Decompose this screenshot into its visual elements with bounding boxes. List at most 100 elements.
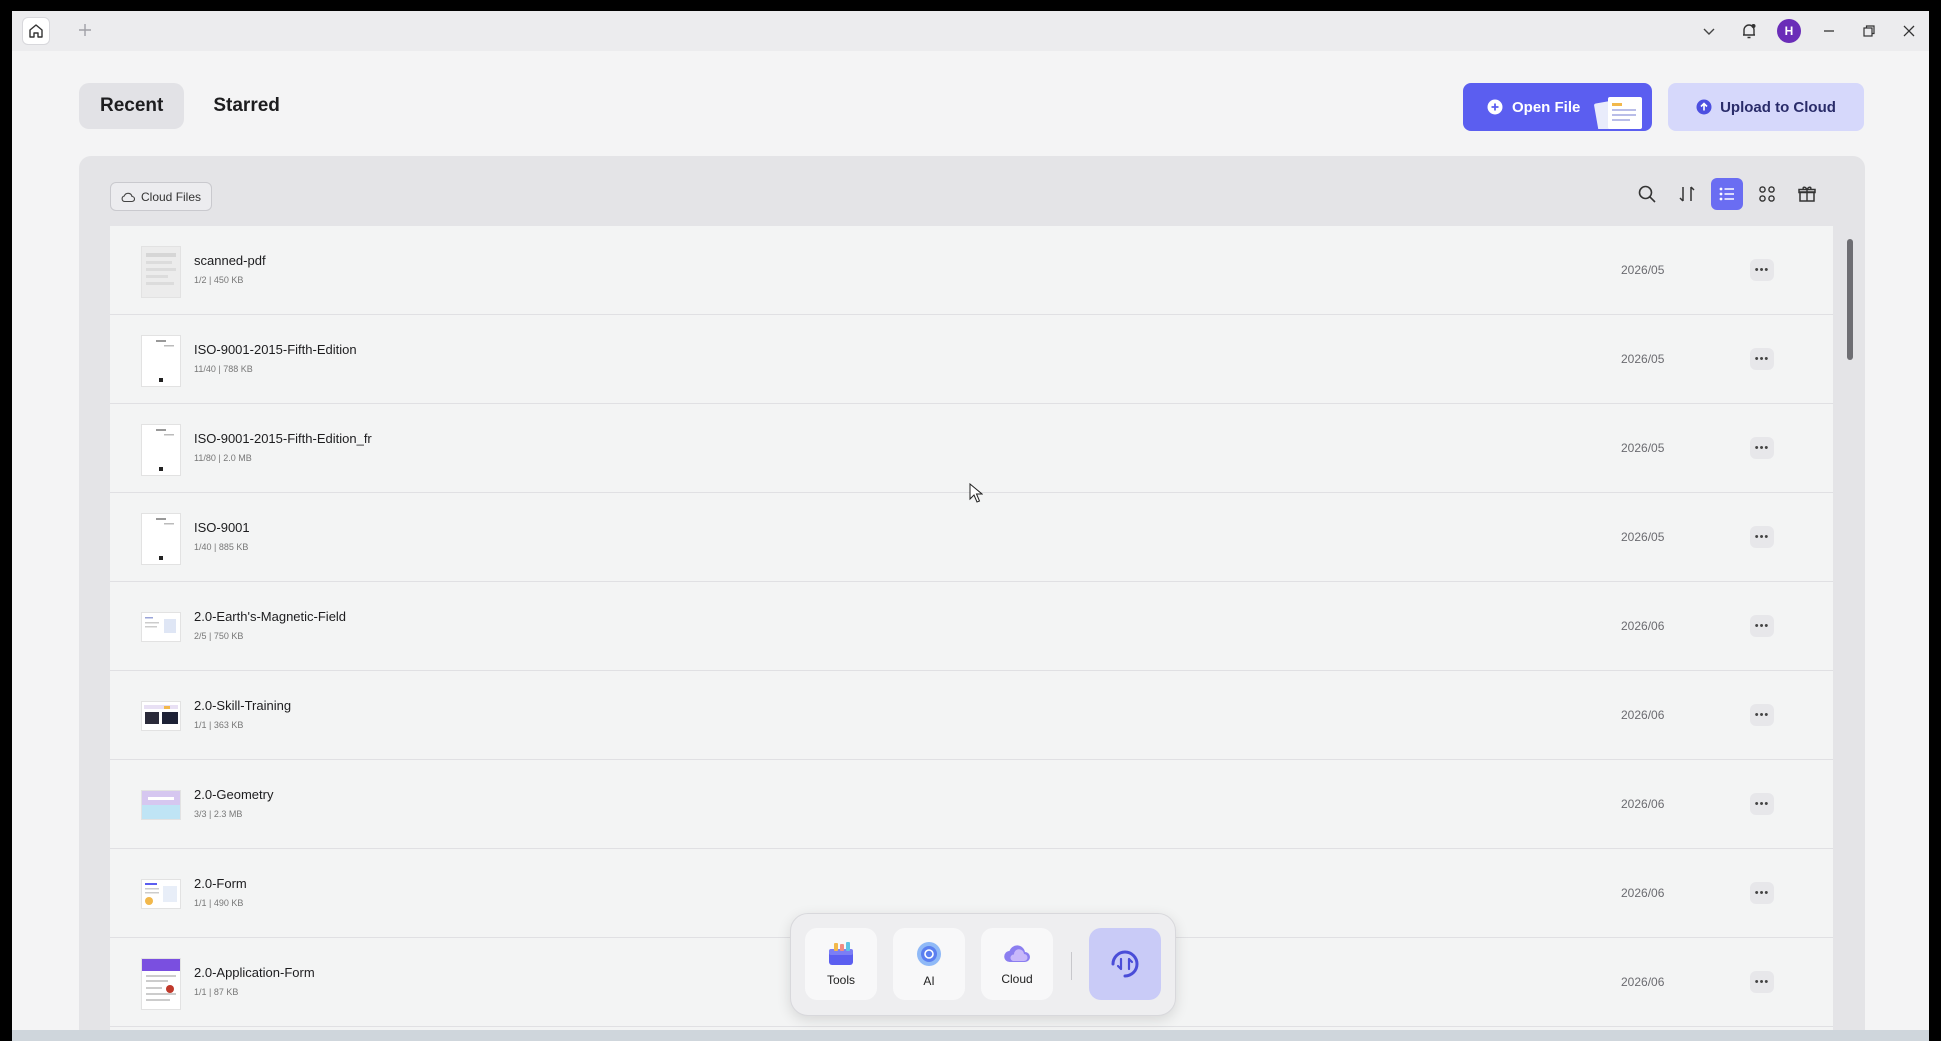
more-options-button[interactable]: ••• <box>1750 704 1774 726</box>
more-options-button[interactable]: ••• <box>1750 437 1774 459</box>
new-tab-button[interactable] <box>74 19 96 41</box>
file-meta: 2/5 | 750 KB <box>194 631 244 641</box>
title-bar-controls: H <box>1689 11 1929 51</box>
file-meta: 11/40 | 788 KB <box>194 364 253 374</box>
file-meta: 1/1 | 363 KB <box>194 720 244 730</box>
file-date: 2026/05 <box>1621 352 1665 366</box>
ai-label: AI <box>923 974 935 988</box>
file-meta: 1/2 | 450 KB <box>194 275 244 285</box>
open-file-label: Open File <box>1512 98 1581 116</box>
cloud-files-label: Cloud Files <box>141 189 202 204</box>
more-options-button[interactable]: ••• <box>1750 615 1774 637</box>
upload-icon <box>1696 99 1712 115</box>
file-thumbnail <box>141 335 181 387</box>
minimize-icon <box>1824 30 1834 32</box>
avatar: H <box>1777 19 1801 43</box>
file-date: 2026/05 <box>1621 530 1665 544</box>
file-row[interactable]: ISO-9001-2015-Fifth-Edition_fr 11/80 | 2… <box>110 404 1833 493</box>
minimize-button[interactable] <box>1809 11 1849 51</box>
cloud-button[interactable]: Cloud <box>981 928 1053 1000</box>
more-options-button[interactable]: ••• <box>1750 348 1774 370</box>
file-row[interactable]: ISO-9001-2015-Fifth-Edition 11/40 | 788 … <box>110 315 1833 404</box>
file-row[interactable]: scanned-pdf 1/2 | 450 KB 2026/05 ••• <box>110 226 1833 315</box>
tools-label: Tools <box>826 973 855 987</box>
cloud-label: Cloud <box>1001 972 1033 986</box>
account-button[interactable]: H <box>1769 11 1809 51</box>
tab-starred[interactable]: Starred <box>192 83 301 129</box>
gift-icon <box>1798 186 1816 202</box>
close-icon <box>1903 25 1915 37</box>
cloud-icon <box>121 192 135 202</box>
convert-button[interactable] <box>1089 928 1161 1000</box>
file-thumbnail <box>141 958 181 1010</box>
search-button[interactable] <box>1631 178 1663 210</box>
file-meta: 1/1 | 87 KB <box>194 987 239 997</box>
upload-label: Upload to Cloud <box>1720 98 1836 116</box>
documents-illustration-icon <box>1594 97 1642 129</box>
bell-icon <box>1743 24 1756 39</box>
tabs-dropdown-button[interactable] <box>1689 11 1729 51</box>
home-icon <box>29 24 43 38</box>
more-options-button[interactable]: ••• <box>1750 793 1774 815</box>
list-view-icon <box>1719 187 1734 201</box>
upload-to-cloud-button[interactable]: Upload to Cloud <box>1668 83 1864 131</box>
more-icon: ••• <box>1754 353 1770 365</box>
file-row[interactable]: 2.0-Geometry 3/3 | 2.3 MB 2026/06 ••• <box>110 760 1833 849</box>
cloud-service-icon <box>1004 945 1030 963</box>
taskbar-strip <box>12 1030 1929 1041</box>
cloud-files-chip[interactable]: Cloud Files <box>110 182 213 211</box>
sort-button[interactable] <box>1671 178 1703 210</box>
file-name: 2.0-Earth's-Magnetic-Field <box>194 609 347 624</box>
title-bar: H <box>12 11 1929 51</box>
app-window: H Recent Starred Open File Upload to Clo… <box>12 11 1929 1041</box>
tab-recent[interactable]: Recent <box>79 83 185 129</box>
file-name: 2.0-Geometry <box>194 787 274 802</box>
file-thumbnail <box>141 424 181 476</box>
more-icon: ••• <box>1754 531 1770 543</box>
file-thumbnail <box>141 701 181 731</box>
file-name: ISO-9001 <box>194 520 250 535</box>
file-name: ISO-9001-2015-Fifth-Edition_fr <box>194 431 372 446</box>
plus-circle-icon <box>1487 99 1503 115</box>
more-options-button[interactable]: ••• <box>1750 882 1774 904</box>
file-row[interactable]: 2.0-Earth's-Magnetic-Field 2/5 | 750 KB … <box>110 582 1833 671</box>
file-meta: 11/80 | 2.0 MB <box>194 453 252 463</box>
grid-view-button[interactable] <box>1751 178 1783 210</box>
file-name: 2.0-Form <box>194 876 247 891</box>
chevron-down-icon <box>1703 28 1715 35</box>
file-row[interactable]: 2.0-Skill-Training 1/1 | 363 KB 2026/06 … <box>110 671 1833 760</box>
open-file-button[interactable]: Open File <box>1463 83 1652 131</box>
dock-divider <box>1071 952 1072 980</box>
search-icon <box>1638 185 1656 203</box>
file-name: ISO-9001-2015-Fifth-Edition <box>194 342 357 357</box>
more-icon: ••• <box>1754 620 1770 632</box>
more-options-button[interactable]: ••• <box>1750 259 1774 281</box>
file-thumbnail <box>141 790 181 820</box>
file-row[interactable]: ISO-9001 1/40 | 885 KB 2026/05 ••• <box>110 493 1833 582</box>
more-options-button[interactable]: ••• <box>1750 526 1774 548</box>
file-date: 2026/06 <box>1621 975 1665 989</box>
tools-button[interactable]: Tools <box>805 928 877 1000</box>
file-thumbnail <box>141 612 181 642</box>
restore-button[interactable] <box>1849 11 1889 51</box>
home-tab-button[interactable] <box>22 17 50 45</box>
file-name: 2.0-Skill-Training <box>194 698 292 713</box>
file-meta: 1/40 | 885 KB <box>194 542 249 552</box>
ai-button[interactable]: AI <box>893 928 965 1000</box>
close-button[interactable] <box>1889 11 1929 51</box>
convert-icon <box>1111 950 1139 978</box>
gift-button[interactable] <box>1791 178 1823 210</box>
plus-icon <box>79 24 91 36</box>
file-date: 2026/05 <box>1621 441 1665 455</box>
more-options-button[interactable]: ••• <box>1750 971 1774 993</box>
file-date: 2026/06 <box>1621 708 1665 722</box>
more-icon: ••• <box>1754 442 1770 454</box>
list-scrollbar[interactable] <box>1847 239 1853 360</box>
more-icon: ••• <box>1754 709 1770 721</box>
notifications-button[interactable] <box>1729 11 1769 51</box>
file-name: 2.0-Application-Form <box>194 965 315 980</box>
grid-view-icon <box>1759 186 1775 202</box>
list-view-button[interactable] <box>1711 178 1743 210</box>
file-meta: 1/1 | 490 KB <box>194 898 244 908</box>
file-date: 2026/06 <box>1621 797 1665 811</box>
